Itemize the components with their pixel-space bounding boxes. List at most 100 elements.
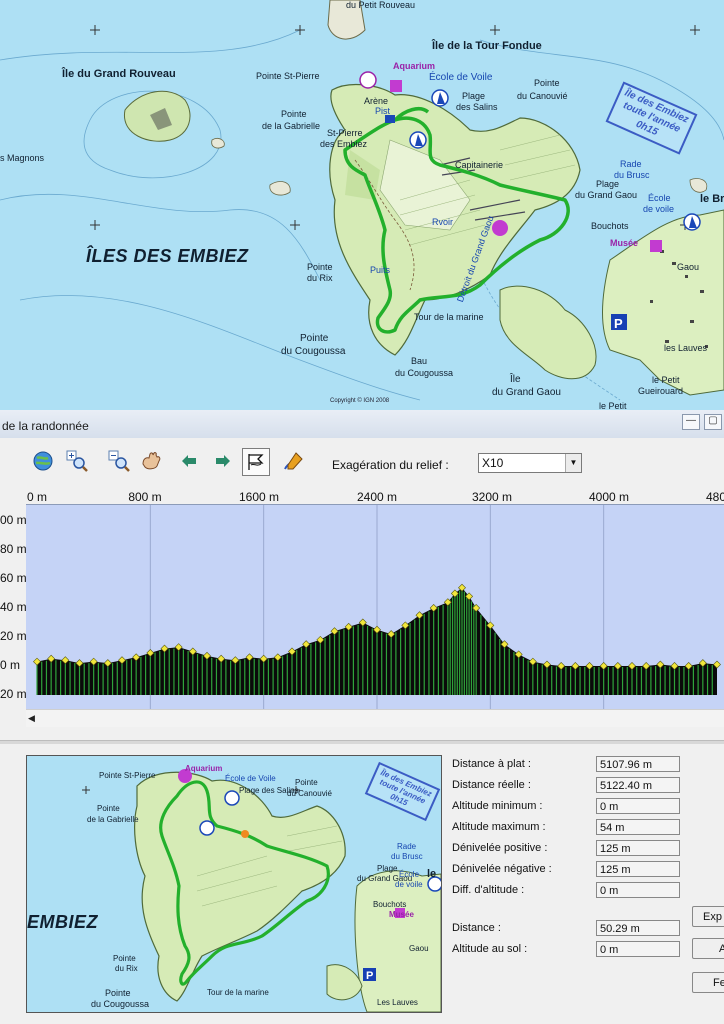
stat-row: Distance réelle : 5122.40 m bbox=[452, 777, 692, 797]
map-label-ecole: École bbox=[648, 193, 671, 203]
y-tick: 40 m bbox=[0, 600, 27, 614]
stat-value[interactable]: 5122.40 m bbox=[596, 777, 680, 793]
stat-value[interactable]: 0 m bbox=[596, 882, 680, 898]
map-label-aquarium: Aquarium bbox=[393, 61, 436, 71]
mini-label-bouchots: Bouchots bbox=[373, 900, 407, 909]
cursor-label: Altitude au sol : bbox=[452, 943, 528, 955]
stat-value[interactable]: 54 m bbox=[596, 819, 680, 835]
pan-hand-icon[interactable] bbox=[140, 450, 162, 472]
y-tick: 0 m bbox=[0, 658, 21, 672]
mini-label-plage: Plage bbox=[377, 864, 398, 873]
stat-label: Distance réelle : bbox=[452, 779, 531, 791]
mini-label-tour: Tour de la marine bbox=[207, 988, 269, 997]
map-label-bau-coug: du Cougoussa bbox=[395, 368, 454, 378]
x-tick: 0 m bbox=[26, 490, 48, 504]
scroll-left-icon[interactable]: ◀ bbox=[28, 713, 35, 724]
x-tick: 800 m bbox=[128, 490, 162, 504]
profile-window: de la randonnée — ▢ Exagération du relie… bbox=[0, 410, 724, 1024]
x-tick: 1600 m bbox=[238, 490, 280, 504]
chevron-down-icon[interactable]: ▼ bbox=[565, 454, 581, 472]
globe-icon[interactable] bbox=[32, 450, 54, 472]
stat-row: Distance à plat : 5107.96 m bbox=[452, 756, 692, 776]
map-label-pointe-rix: Pointe bbox=[307, 262, 333, 272]
stat-row: Altitude minimum : 0 m bbox=[452, 798, 692, 818]
map-label-piste: Pist bbox=[375, 106, 391, 116]
mini-label-de-voile: de voile bbox=[395, 880, 423, 889]
mini-label-pointe-coug: Pointe bbox=[105, 988, 131, 998]
stat-label: Dénivelée positive : bbox=[452, 842, 548, 854]
toolbar: Exagération du relief : X10 ▼ bbox=[0, 438, 724, 482]
path-tool-icon[interactable] bbox=[282, 450, 304, 472]
mini-map[interactable]: P Aquarium Pointe St-Pierre École de Voi… bbox=[26, 755, 442, 1013]
map-label-st-pierre: St-Pierre bbox=[327, 128, 363, 138]
x-tick: 4000 m bbox=[588, 490, 630, 504]
map-label-canouvie: du Canouvié bbox=[517, 91, 568, 101]
window-title: de la randonnée bbox=[2, 419, 89, 433]
profile-flag-icon[interactable] bbox=[242, 448, 270, 476]
stat-row: Dénivelée négative : 125 m bbox=[452, 861, 692, 881]
mini-label-canouvie: du Canouvié bbox=[287, 789, 332, 798]
cursor-row: Distance : 50.29 m bbox=[452, 920, 692, 940]
minimize-button[interactable]: — bbox=[682, 414, 700, 430]
mini-label-cougoussa: du Cougoussa bbox=[91, 999, 150, 1009]
a-button[interactable]: A bbox=[692, 938, 724, 959]
splitter[interactable] bbox=[0, 740, 724, 744]
map-label-gabrielle: de la Gabrielle bbox=[262, 121, 321, 131]
arrow-left-icon[interactable] bbox=[178, 450, 200, 472]
stat-value[interactable]: 125 m bbox=[596, 840, 680, 856]
stat-value[interactable]: 5107.96 m bbox=[596, 756, 680, 772]
zoom-out-icon[interactable] bbox=[108, 450, 130, 472]
maximize-button[interactable]: ▢ bbox=[704, 414, 722, 430]
map-label-rix: du Rix bbox=[307, 273, 333, 283]
map-label-tour-marine: Tour de la marine bbox=[414, 312, 484, 322]
map-label-ile-gaou: du Grand Gaou bbox=[492, 387, 561, 398]
stat-value[interactable]: 0 m bbox=[596, 798, 680, 814]
stat-label: Altitude minimum : bbox=[452, 800, 543, 812]
y-tick: 20 m bbox=[0, 629, 27, 643]
cursor-value[interactable]: 50.29 m bbox=[596, 920, 680, 936]
stat-value[interactable]: 125 m bbox=[596, 861, 680, 877]
cursor-value[interactable]: 0 m bbox=[596, 941, 680, 957]
mini-label-gabrielle: de la Gabrielle bbox=[87, 815, 139, 824]
arrow-right-icon[interactable] bbox=[212, 450, 234, 472]
close-button[interactable]: Fe bbox=[692, 972, 724, 993]
mini-label-embiez: EMBIEZ bbox=[27, 912, 99, 932]
map-label-plage: Plage bbox=[462, 91, 486, 101]
mini-label-rix: du Rix bbox=[115, 964, 138, 973]
stat-label: Distance à plat : bbox=[452, 758, 531, 770]
top-map-canvas: P bbox=[0, 0, 724, 401]
mini-label-musee: Musée bbox=[389, 910, 414, 919]
y-tick: 00 m bbox=[0, 513, 27, 527]
map-label-grand-gaou: du Grand Gaou bbox=[575, 190, 638, 200]
mini-label-le: le bbox=[427, 868, 437, 880]
top-map[interactable]: P du Petit Rouveau Île de la Tour Fondue… bbox=[0, 0, 724, 410]
y-tick: 80 m bbox=[0, 542, 27, 556]
map-label-gueirouard: Gueirouard bbox=[638, 386, 684, 396]
map-label-tour-fondue: Île de la Tour Fondue bbox=[432, 40, 542, 52]
map-label-arene: Arène bbox=[364, 96, 389, 106]
svg-text:P: P bbox=[366, 970, 373, 982]
stat-row: Dénivelée positive : 125 m bbox=[452, 840, 692, 860]
map-label-bouchots: Bouchots bbox=[591, 221, 629, 231]
stat-label: Diff. d'altitude : bbox=[452, 884, 525, 896]
map-label-petit-rouveau: du Petit Rouveau bbox=[346, 0, 416, 10]
map-label-des-embiez: des Embiez bbox=[320, 139, 368, 149]
map-label-salins: des Salins bbox=[456, 102, 498, 112]
y-tick: 60 m bbox=[0, 571, 27, 585]
relief-select[interactable]: X10 ▼ bbox=[478, 453, 582, 473]
map-label-brusc: du Brusc bbox=[614, 170, 650, 180]
elevation-profile[interactable] bbox=[26, 504, 724, 710]
mini-label-ecole-voile: École de Voile bbox=[225, 774, 276, 783]
title-bar[interactable]: de la randonnée — ▢ bbox=[0, 410, 724, 439]
mini-label-pointe-rix: Pointe bbox=[113, 954, 136, 963]
map-label-cougoussa: du Cougoussa bbox=[281, 346, 346, 357]
profile-scrollbar[interactable]: ◀ bbox=[26, 709, 724, 727]
export-button[interactable]: Exp bbox=[692, 906, 724, 927]
map-label-musee: Musée bbox=[610, 238, 639, 248]
mini-label-ecole: École bbox=[399, 870, 420, 879]
map-label-gaou: Gaou bbox=[677, 262, 700, 272]
map-label-ecole-voile: École de Voile bbox=[429, 72, 493, 83]
zoom-in-icon[interactable] bbox=[66, 450, 88, 472]
x-tick: 3200 m bbox=[471, 490, 513, 504]
map-label-iles-des-embiez: ÎLES DES EMBIEZ bbox=[86, 246, 249, 266]
